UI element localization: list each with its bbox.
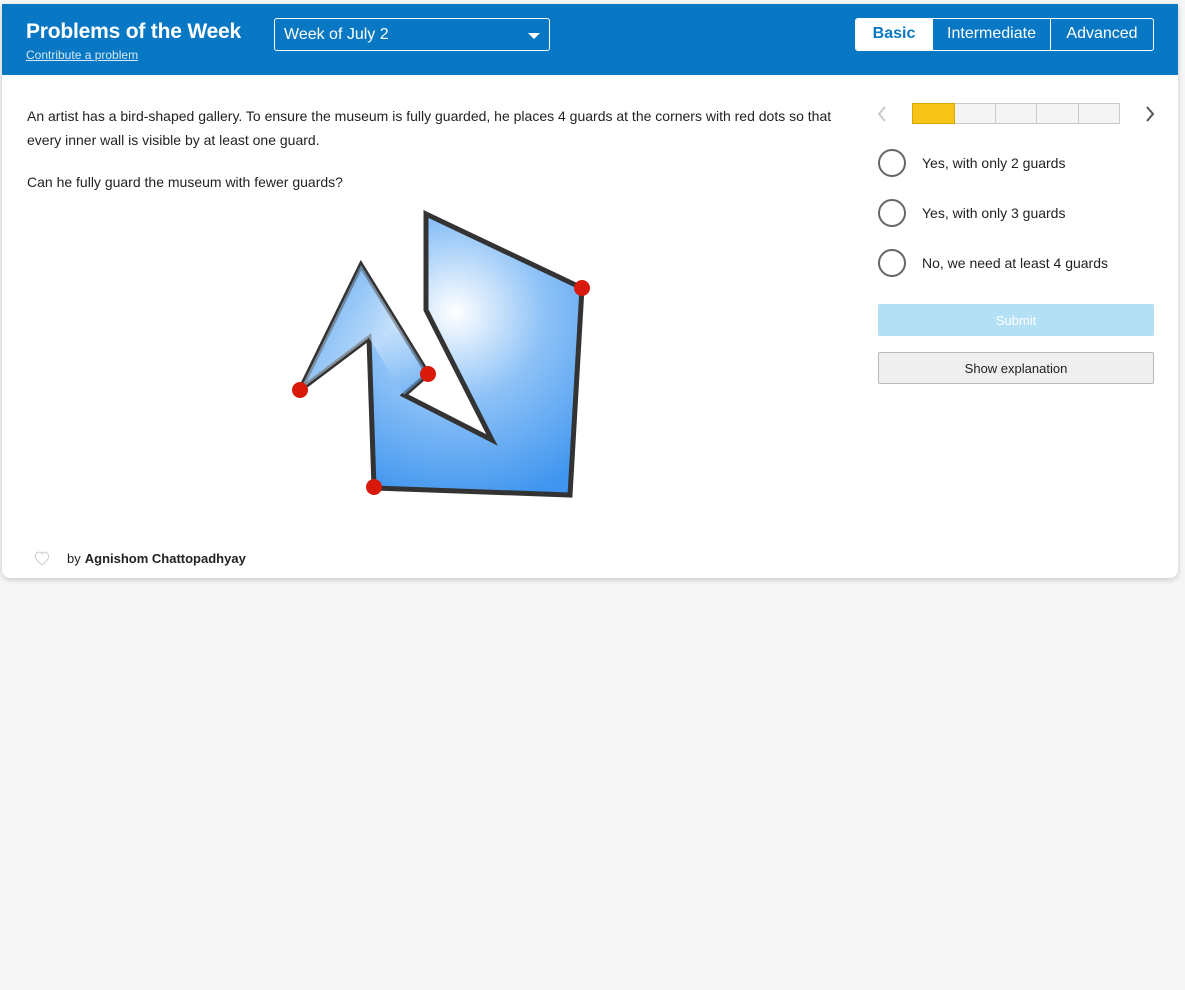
difficulty-tabs: Basic Intermediate Advanced bbox=[855, 18, 1154, 51]
author-byline: by Agnishom Chattopadhyay bbox=[30, 546, 246, 570]
submit-button[interactable]: Submit bbox=[878, 304, 1154, 336]
gallery-figure bbox=[292, 210, 590, 498]
chevron-right-icon[interactable] bbox=[1139, 104, 1159, 124]
progress-bar bbox=[912, 103, 1120, 124]
tab-basic[interactable]: Basic bbox=[856, 19, 932, 50]
author-name: Agnishom Chattopadhyay bbox=[84, 550, 246, 566]
progress-segment bbox=[953, 104, 994, 123]
problem-card: Problems of the Week Contribute a proble… bbox=[2, 4, 1178, 578]
guard-dot bbox=[574, 280, 590, 296]
progress-segment bbox=[1036, 104, 1077, 123]
progress-segment bbox=[994, 104, 1036, 123]
answer-option[interactable]: Yes, with only 3 guards bbox=[878, 199, 1065, 227]
author-prefix: by bbox=[67, 550, 81, 566]
show-explanation-button[interactable]: Show explanation bbox=[878, 352, 1154, 384]
tab-advanced[interactable]: Advanced bbox=[1050, 19, 1153, 50]
progress-fill bbox=[912, 103, 955, 124]
answer-option-label: Yes, with only 3 guards bbox=[922, 205, 1066, 221]
guard-dot bbox=[292, 382, 308, 398]
radio-button[interactable] bbox=[878, 199, 906, 227]
heart-icon bbox=[34, 551, 50, 566]
avatar bbox=[30, 546, 54, 570]
answer-option-label: Yes, with only 2 guards bbox=[922, 155, 1066, 171]
radio-button[interactable] bbox=[878, 149, 906, 177]
answer-option[interactable]: Yes, with only 2 guards bbox=[878, 149, 1065, 177]
wing-shade bbox=[300, 265, 428, 395]
radio-button[interactable] bbox=[878, 249, 906, 277]
answer-option-label: No, we need at least 4 guards bbox=[922, 255, 1109, 271]
tab-intermediate[interactable]: Intermediate bbox=[932, 19, 1050, 50]
answer-option[interactable]: No, we need at least 4 guards bbox=[878, 249, 1108, 277]
guard-dot bbox=[366, 479, 382, 495]
guard-dot bbox=[420, 366, 436, 382]
chevron-left-icon[interactable] bbox=[873, 104, 893, 124]
progress-segment bbox=[1077, 104, 1119, 123]
